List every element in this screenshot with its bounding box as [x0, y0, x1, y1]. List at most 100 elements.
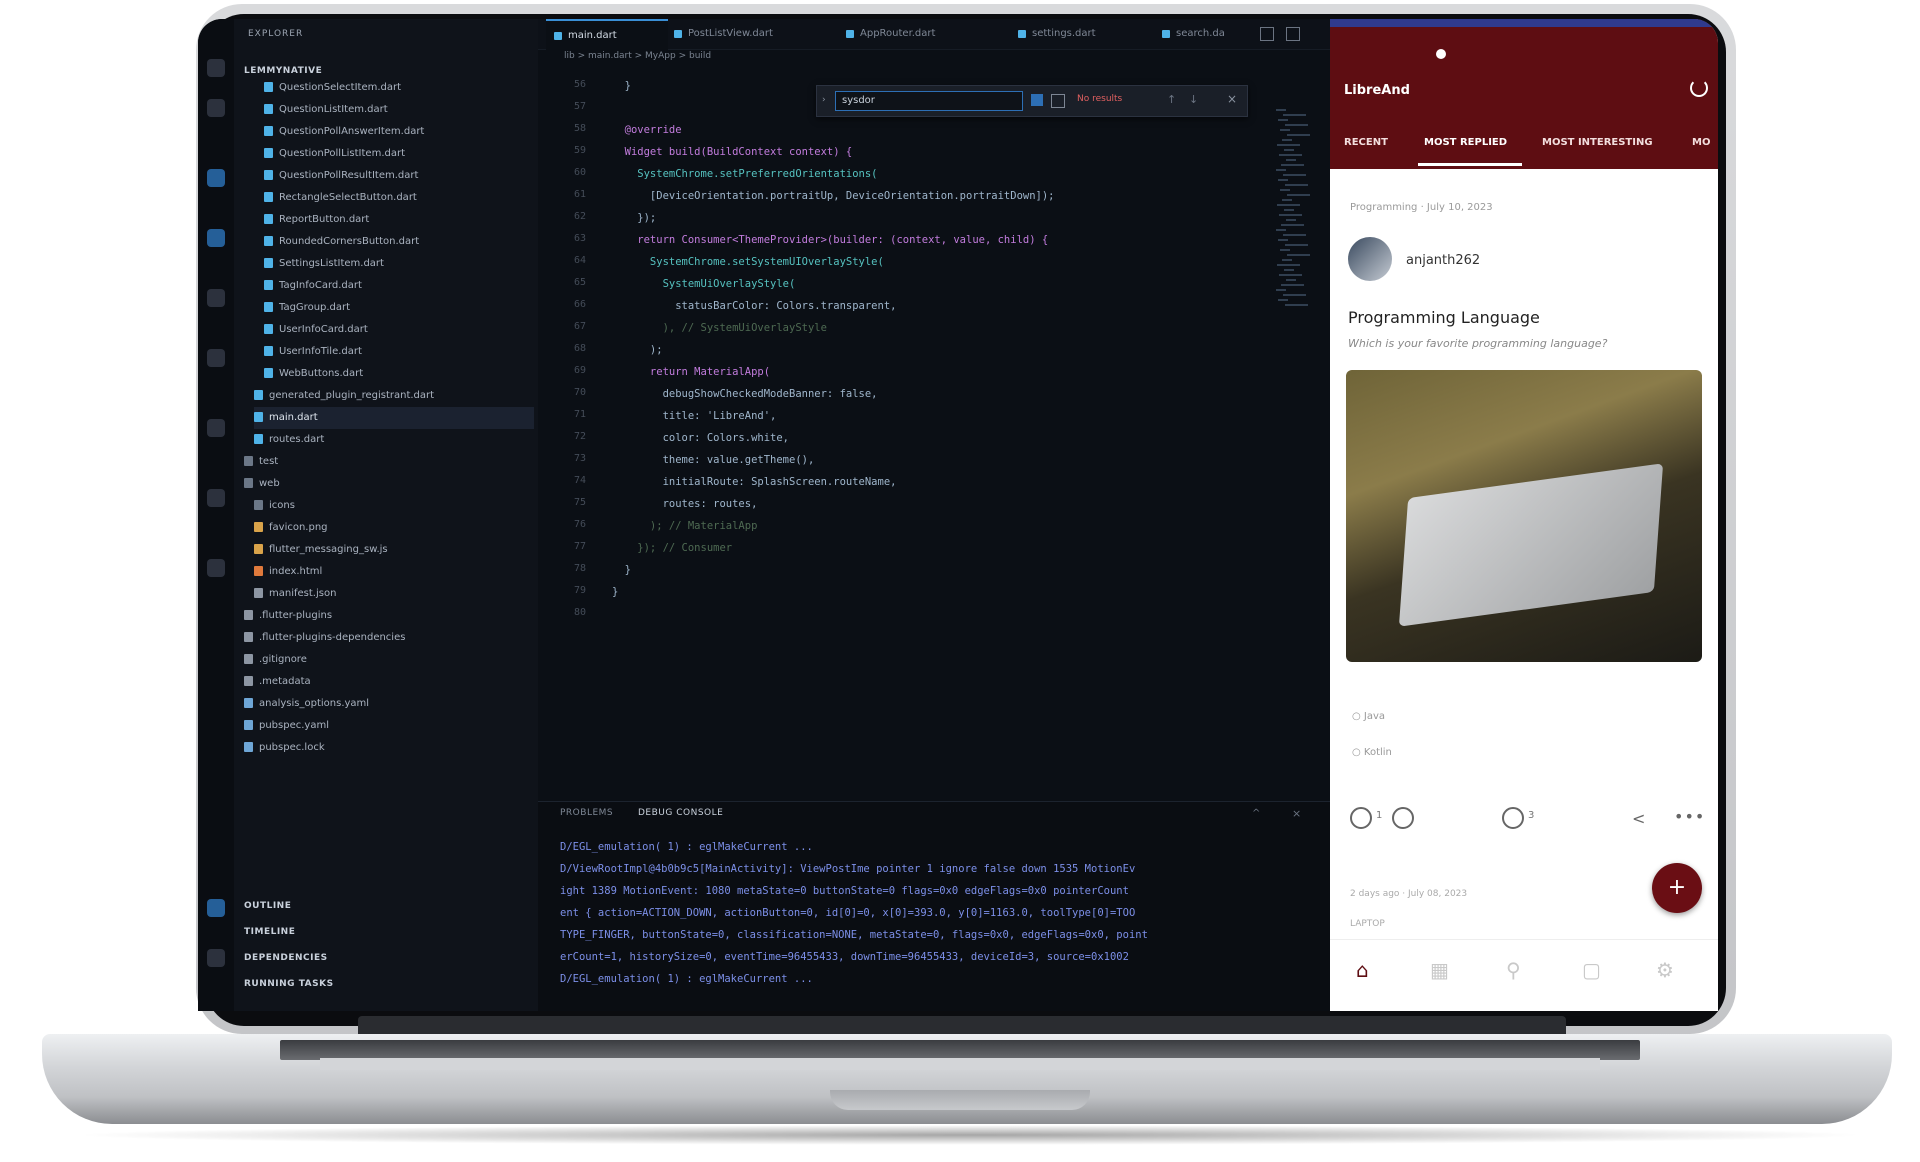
remote-explorer-icon[interactable]	[207, 419, 225, 437]
file-tree-item[interactable]: RectangleSelectButton.dart	[264, 187, 534, 209]
comment-icon[interactable]	[1502, 807, 1524, 829]
breadcrumb[interactable]: lib > main.dart > MyApp > build	[564, 51, 711, 61]
tab-most-replied[interactable]: MOST REPLIED	[1424, 137, 1507, 148]
next-match-icon[interactable]: ↓	[1189, 93, 1198, 106]
previous-match-icon[interactable]: ↑	[1167, 93, 1176, 106]
source-control-icon[interactable]	[207, 169, 225, 187]
file-tree-item[interactable]: index.html	[254, 561, 534, 583]
line-number: 63	[573, 233, 586, 244]
file-tree-item[interactable]: .flutter-plugins	[244, 605, 534, 627]
file-tree-item[interactable]: UserInfoCard.dart	[264, 319, 534, 341]
extensions-icon[interactable]	[207, 289, 225, 307]
tab-most-interesting[interactable]: MOST INTERESTING	[1542, 137, 1653, 148]
poll-option-kotlin[interactable]: ○ Kotlin	[1352, 747, 1392, 758]
tab-problems[interactable]: PROBLEMS	[560, 808, 613, 818]
more-actions-icon[interactable]	[1286, 27, 1300, 41]
file-tree-item[interactable]: .gitignore	[244, 649, 534, 671]
explorer-root-folder[interactable]: LEMMYNATIVE	[244, 66, 322, 76]
account-icon[interactable]	[207, 899, 225, 917]
file-tree-item[interactable]: SettingsListItem.dart	[264, 253, 534, 275]
file-tree-item[interactable]: QuestionPollAnswerItem.dart	[264, 121, 534, 143]
file-tree-item[interactable]: pubspec.lock	[244, 737, 534, 759]
close-find-icon[interactable]: ×	[1227, 92, 1237, 106]
debug-console-output[interactable]: D/EGL_emulation( 1) : eglMakeCurrent ...…	[560, 836, 1320, 990]
file-tree-item[interactable]: .metadata	[244, 671, 534, 693]
split-editor-icon[interactable]	[1260, 27, 1274, 41]
search-icon[interactable]: ⚲	[1506, 958, 1521, 982]
toggle-replace-icon[interactable]: ›	[822, 95, 826, 105]
file-tree-item[interactable]: flutter_messaging_sw.js	[254, 539, 534, 561]
search-icon[interactable]	[207, 99, 225, 117]
post-username[interactable]: anjanth262	[1406, 253, 1480, 268]
running-tasks-section[interactable]: RUNNING TASKS	[244, 979, 334, 989]
tab-settings[interactable]: settings.dart	[1010, 19, 1162, 49]
tab-approuter[interactable]: AppRouter.dart	[838, 19, 1010, 49]
file-tree-item[interactable]: web	[244, 473, 534, 495]
file-tree-item[interactable]: WebButtons.dart	[264, 363, 534, 385]
post-title[interactable]: Programming Language	[1348, 308, 1540, 327]
file-tree-item[interactable]: icons	[254, 495, 534, 517]
file-tree-item[interactable]: main.dart	[254, 407, 534, 429]
downvote-icon[interactable]	[1392, 807, 1414, 829]
file-tree-label: QuestionPollAnswerItem.dart	[279, 126, 425, 137]
file-tree-item[interactable]: ReportButton.dart	[264, 209, 534, 231]
tab-more[interactable]: MO	[1692, 137, 1710, 148]
share-icon[interactable]: <	[1632, 809, 1645, 828]
line-number: 72	[573, 431, 586, 442]
close-panel-icon[interactable]: ×	[1292, 807, 1301, 820]
file-tree-item[interactable]: QuestionPollResultItem.dart	[264, 165, 534, 187]
refresh-icon[interactable]	[1690, 79, 1708, 97]
manage-gear-icon[interactable]	[207, 949, 225, 967]
tab-recent[interactable]: RECENT	[1344, 137, 1388, 148]
file-tree-item[interactable]: QuestionSelectItem.dart	[264, 77, 534, 99]
docker-icon[interactable]	[207, 559, 225, 577]
file-icon	[244, 632, 253, 642]
timeline-section[interactable]: TIMELINE	[244, 927, 295, 937]
file-tree-item[interactable]: generated_plugin_registrant.dart	[254, 385, 534, 407]
tab-main-dart[interactable]: main.dart	[546, 19, 668, 51]
file-tree-label: favicon.png	[269, 522, 328, 533]
file-tree-item[interactable]: .flutter-plugins-dependencies	[244, 627, 534, 649]
poll-option-java[interactable]: ○ Java	[1352, 711, 1385, 722]
file-tree-item[interactable]: UserInfoTile.dart	[264, 341, 534, 363]
regex-icon[interactable]	[1051, 94, 1065, 108]
avatar[interactable]	[1348, 237, 1392, 281]
outline-section[interactable]: OUTLINE	[244, 901, 291, 911]
minimap-line	[1280, 249, 1290, 251]
testing-icon[interactable]	[207, 349, 225, 367]
add-post-button[interactable]: +	[1652, 863, 1702, 913]
post-image[interactable]	[1346, 370, 1702, 662]
tab-postlistview[interactable]: PostListView.dart	[666, 19, 838, 49]
grid-icon[interactable]: ▦	[1430, 958, 1449, 982]
file-tree-item[interactable]: manifest.json	[254, 583, 534, 605]
file-tree-item[interactable]: pubspec.yaml	[244, 715, 534, 737]
run-debug-icon[interactable]	[207, 229, 225, 247]
file-tree-item[interactable]: RoundedCornersButton.dart	[264, 231, 534, 253]
home-icon[interactable]: ⌂	[1356, 958, 1369, 982]
flutter-icon[interactable]	[207, 489, 225, 507]
bookmark-icon[interactable]: ▢	[1582, 958, 1601, 982]
find-input[interactable]: sysdor	[835, 91, 1023, 111]
file-tree-item[interactable]: routes.dart	[254, 429, 534, 451]
tab-search[interactable]: search.da	[1154, 19, 1266, 49]
file-tree-item[interactable]: analysis_options.yaml	[244, 693, 534, 715]
dependencies-section[interactable]: DEPENDENCIES	[244, 953, 328, 963]
file-tree-item[interactable]: test	[244, 451, 534, 473]
file-icon	[264, 104, 273, 114]
file-tree-item[interactable]: favicon.png	[254, 517, 534, 539]
match-case-icon[interactable]	[1031, 94, 1043, 106]
file-tree-item[interactable]: QuestionListItem.dart	[264, 99, 534, 121]
code-line: }	[612, 80, 631, 92]
minimap[interactable]	[1276, 109, 1322, 319]
more-icon[interactable]: •••	[1674, 807, 1705, 826]
file-icon	[254, 544, 263, 554]
file-tree-item[interactable]: TagInfoCard.dart	[264, 275, 534, 297]
upvote-icon[interactable]	[1350, 807, 1372, 829]
file-tree-item[interactable]: QuestionPollListItem.dart	[264, 143, 534, 165]
settings-icon[interactable]: ⚙	[1656, 958, 1674, 982]
tab-debug-console[interactable]: DEBUG CONSOLE	[638, 808, 723, 818]
files-icon[interactable]	[207, 59, 225, 77]
maximize-panel-icon[interactable]: ^	[1252, 808, 1260, 819]
file-tree-item[interactable]: TagGroup.dart	[264, 297, 534, 319]
explorer-sidebar: EXPLORER LEMMYNATIVE QuestionSelectItem.…	[234, 19, 538, 1011]
